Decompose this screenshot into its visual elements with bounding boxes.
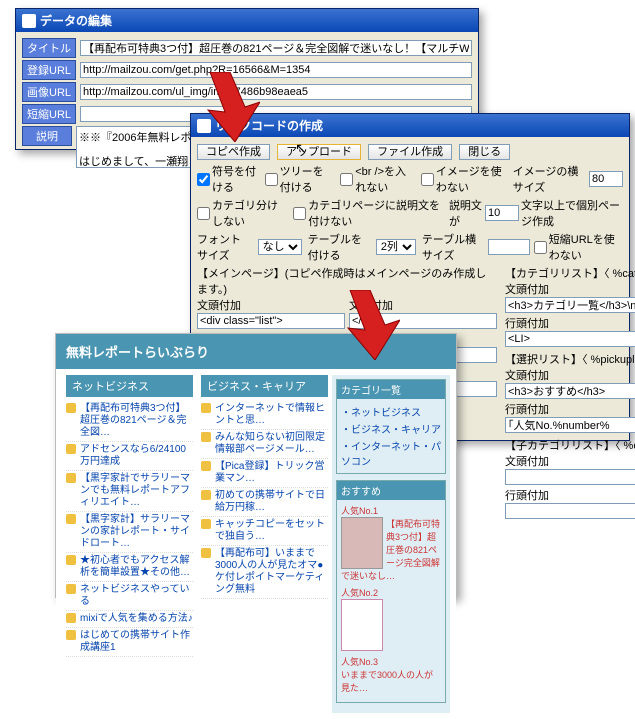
list-item[interactable]: はじめての携帯サイト作成講座1 <box>66 628 193 657</box>
copy-button[interactable]: コピペ作成 <box>197 144 270 160</box>
list-item[interactable]: mixiで人気を集める方法♪ <box>66 611 193 628</box>
cat-section-label: 【カテゴリリスト】〈 %category% に付加。〉 <box>505 265 635 281</box>
cat-rowpre-label: 行頭付加 <box>505 315 635 331</box>
close-button[interactable]: 閉じる <box>459 144 510 160</box>
font-label: フォントサイズ <box>197 231 252 263</box>
list-item[interactable]: 【Pica登録】トリック営業マン… <box>201 459 328 488</box>
child-rowpre-input[interactable] <box>505 503 635 519</box>
children-section-label: 【子カテゴリリスト】〈 %category_カテゴリ名% に付加。〉 <box>505 437 635 453</box>
category-link[interactable]: ・ネットビジネス <box>341 403 441 420</box>
list-item[interactable]: インターネットで情報ヒントと思… <box>201 401 328 430</box>
file-button[interactable]: ファイル作成 <box>368 144 452 160</box>
upload-button[interactable]: アップロード <box>277 144 361 160</box>
label-title: タイトル <box>22 38 76 58</box>
app-icon <box>22 14 36 28</box>
arrow-icon <box>340 290 400 360</box>
title-input[interactable] <box>80 40 472 56</box>
label-imgurl: 画像URL <box>22 82 76 102</box>
cat-rowpre-input[interactable] <box>505 331 635 347</box>
pop2-label: 人気No.2 <box>341 586 441 599</box>
category-link[interactable]: ・ビジネス・キャリア <box>341 420 441 437</box>
child-pre-input[interactable] <box>505 469 635 485</box>
tablew-label: テーブル横サイズ <box>422 231 484 263</box>
regurl-input[interactable] <box>80 62 472 78</box>
desclen-suffix: 文字以上で個別ページ作成 <box>521 197 623 229</box>
data-edit-titlebar[interactable]: データの編集 <box>16 9 478 32</box>
cursor-icon: ↖ <box>295 140 307 157</box>
side-rec-header: おすすめ <box>337 481 445 500</box>
img-w-label: イメージの横サイズ <box>513 163 585 195</box>
list-item[interactable]: 【黒字家計でサラリーマンでも無料レポートアフィリエイト… <box>66 471 193 512</box>
thumb-icon <box>341 599 383 651</box>
pick-section-label: 【選択リスト】〈 %pickuplist% に付加。〉 <box>505 351 635 367</box>
list-item[interactable]: 初めての携帯サイトで日給万円稼… <box>201 488 328 517</box>
pop3-prefix: 人気No.3 <box>341 655 441 668</box>
list-item[interactable]: ネットビジネスやっている <box>66 582 193 611</box>
chk-noimg[interactable]: イメージを使わない <box>421 163 505 195</box>
category-link[interactable]: ・インターネット・パソコン <box>341 437 441 469</box>
cat-pre-input[interactable] <box>505 297 635 313</box>
chk-nobr[interactable]: <br />を入れない <box>340 163 413 195</box>
list-item[interactable]: 【再配布可】いままで3000人の人が見たオマ●ケ付レポイトマーケティング無料 <box>201 546 328 599</box>
list-item[interactable]: アドセンスなら6/24100万円達成 <box>66 442 193 471</box>
main-pre-input[interactable] <box>197 313 345 329</box>
list-item[interactable]: キャッチコピーをセットで独自う… <box>201 517 328 546</box>
imgurl-input[interactable] <box>80 84 472 100</box>
cat-pre-label: 文頭付加 <box>505 281 635 297</box>
tablew-input[interactable] <box>488 239 530 255</box>
pop1-label: 人気No.1 <box>341 504 441 517</box>
table-select[interactable]: 2列 <box>376 239 416 255</box>
list-item[interactable]: みんな知らない初回限定情報部ページメール… <box>201 430 328 459</box>
list-item[interactable]: 【黒字家計】サラリーマンの家計レポート・サイドロート… <box>66 512 193 553</box>
arrow-icon <box>200 72 260 142</box>
desclen-input[interactable] <box>485 205 519 221</box>
desclen-label: 説明文が <box>449 197 483 229</box>
font-select[interactable]: なし <box>258 239 302 255</box>
pick-pre-label: 文頭付加 <box>505 367 635 383</box>
preview-pane: 無料レポートらいぶらり ネットビジネス 【再配布可特典3つ付】超圧巻の821ペー… <box>55 333 457 598</box>
label-desc: 説明 <box>22 126 72 146</box>
preview-col1: ネットビジネス 【再配布可特典3つ付】超圧巻の821ページ＆完全図…アドセンスな… <box>62 375 197 713</box>
pick-rowpre-label: 行頭付加 <box>505 401 635 417</box>
chk-sign[interactable]: 符号を付ける <box>197 163 257 195</box>
label-shorturl: 短縮URL <box>22 104 76 124</box>
child-pre-label: 文頭付加 <box>505 453 635 469</box>
preview-col2: ビジネス・キャリア インターネットで情報ヒントと思…みんな知らない初回限定情報部… <box>197 375 332 713</box>
table-label: テーブルを付ける <box>308 231 370 263</box>
label-regurl: 登録URL <box>22 60 76 80</box>
list-item[interactable]: ★初心者でもアクセス解析を簡単設置★その他… <box>66 553 193 582</box>
pick-rowpre-input[interactable] <box>505 417 635 433</box>
window-title: データの編集 <box>40 12 112 29</box>
col2-header: ビジネス・キャリア <box>201 375 328 397</box>
rec2-text[interactable]: いままで3000人の人が見た… <box>341 670 433 693</box>
main-pre-label: 文頭付加 <box>197 297 345 313</box>
chk-tree[interactable]: ツリーを付ける <box>265 163 333 195</box>
col1-header: ネットビジネス <box>66 375 193 397</box>
side-cat-header: カテゴリ一覧 <box>337 380 445 399</box>
preview-sidebar: カテゴリ一覧 ・ネットビジネス・ビジネス・キャリア・インターネット・パソコン お… <box>332 375 450 713</box>
chk-nocatdesc[interactable]: カテゴリページに説明文を付けない <box>293 197 441 229</box>
list-item[interactable]: 【再配布可特典3つ付】超圧巻の821ページ＆完全図… <box>66 401 193 442</box>
img-w-input[interactable] <box>589 171 623 187</box>
pick-pre-input[interactable] <box>505 383 635 399</box>
child-rowpre-label: 行頭付加 <box>505 487 635 503</box>
thumb-icon <box>341 517 383 569</box>
chk-nocat[interactable]: カテゴリ分けしない <box>197 197 285 229</box>
chk-noshorturl[interactable]: 短縮URLを使わない <box>534 231 615 263</box>
